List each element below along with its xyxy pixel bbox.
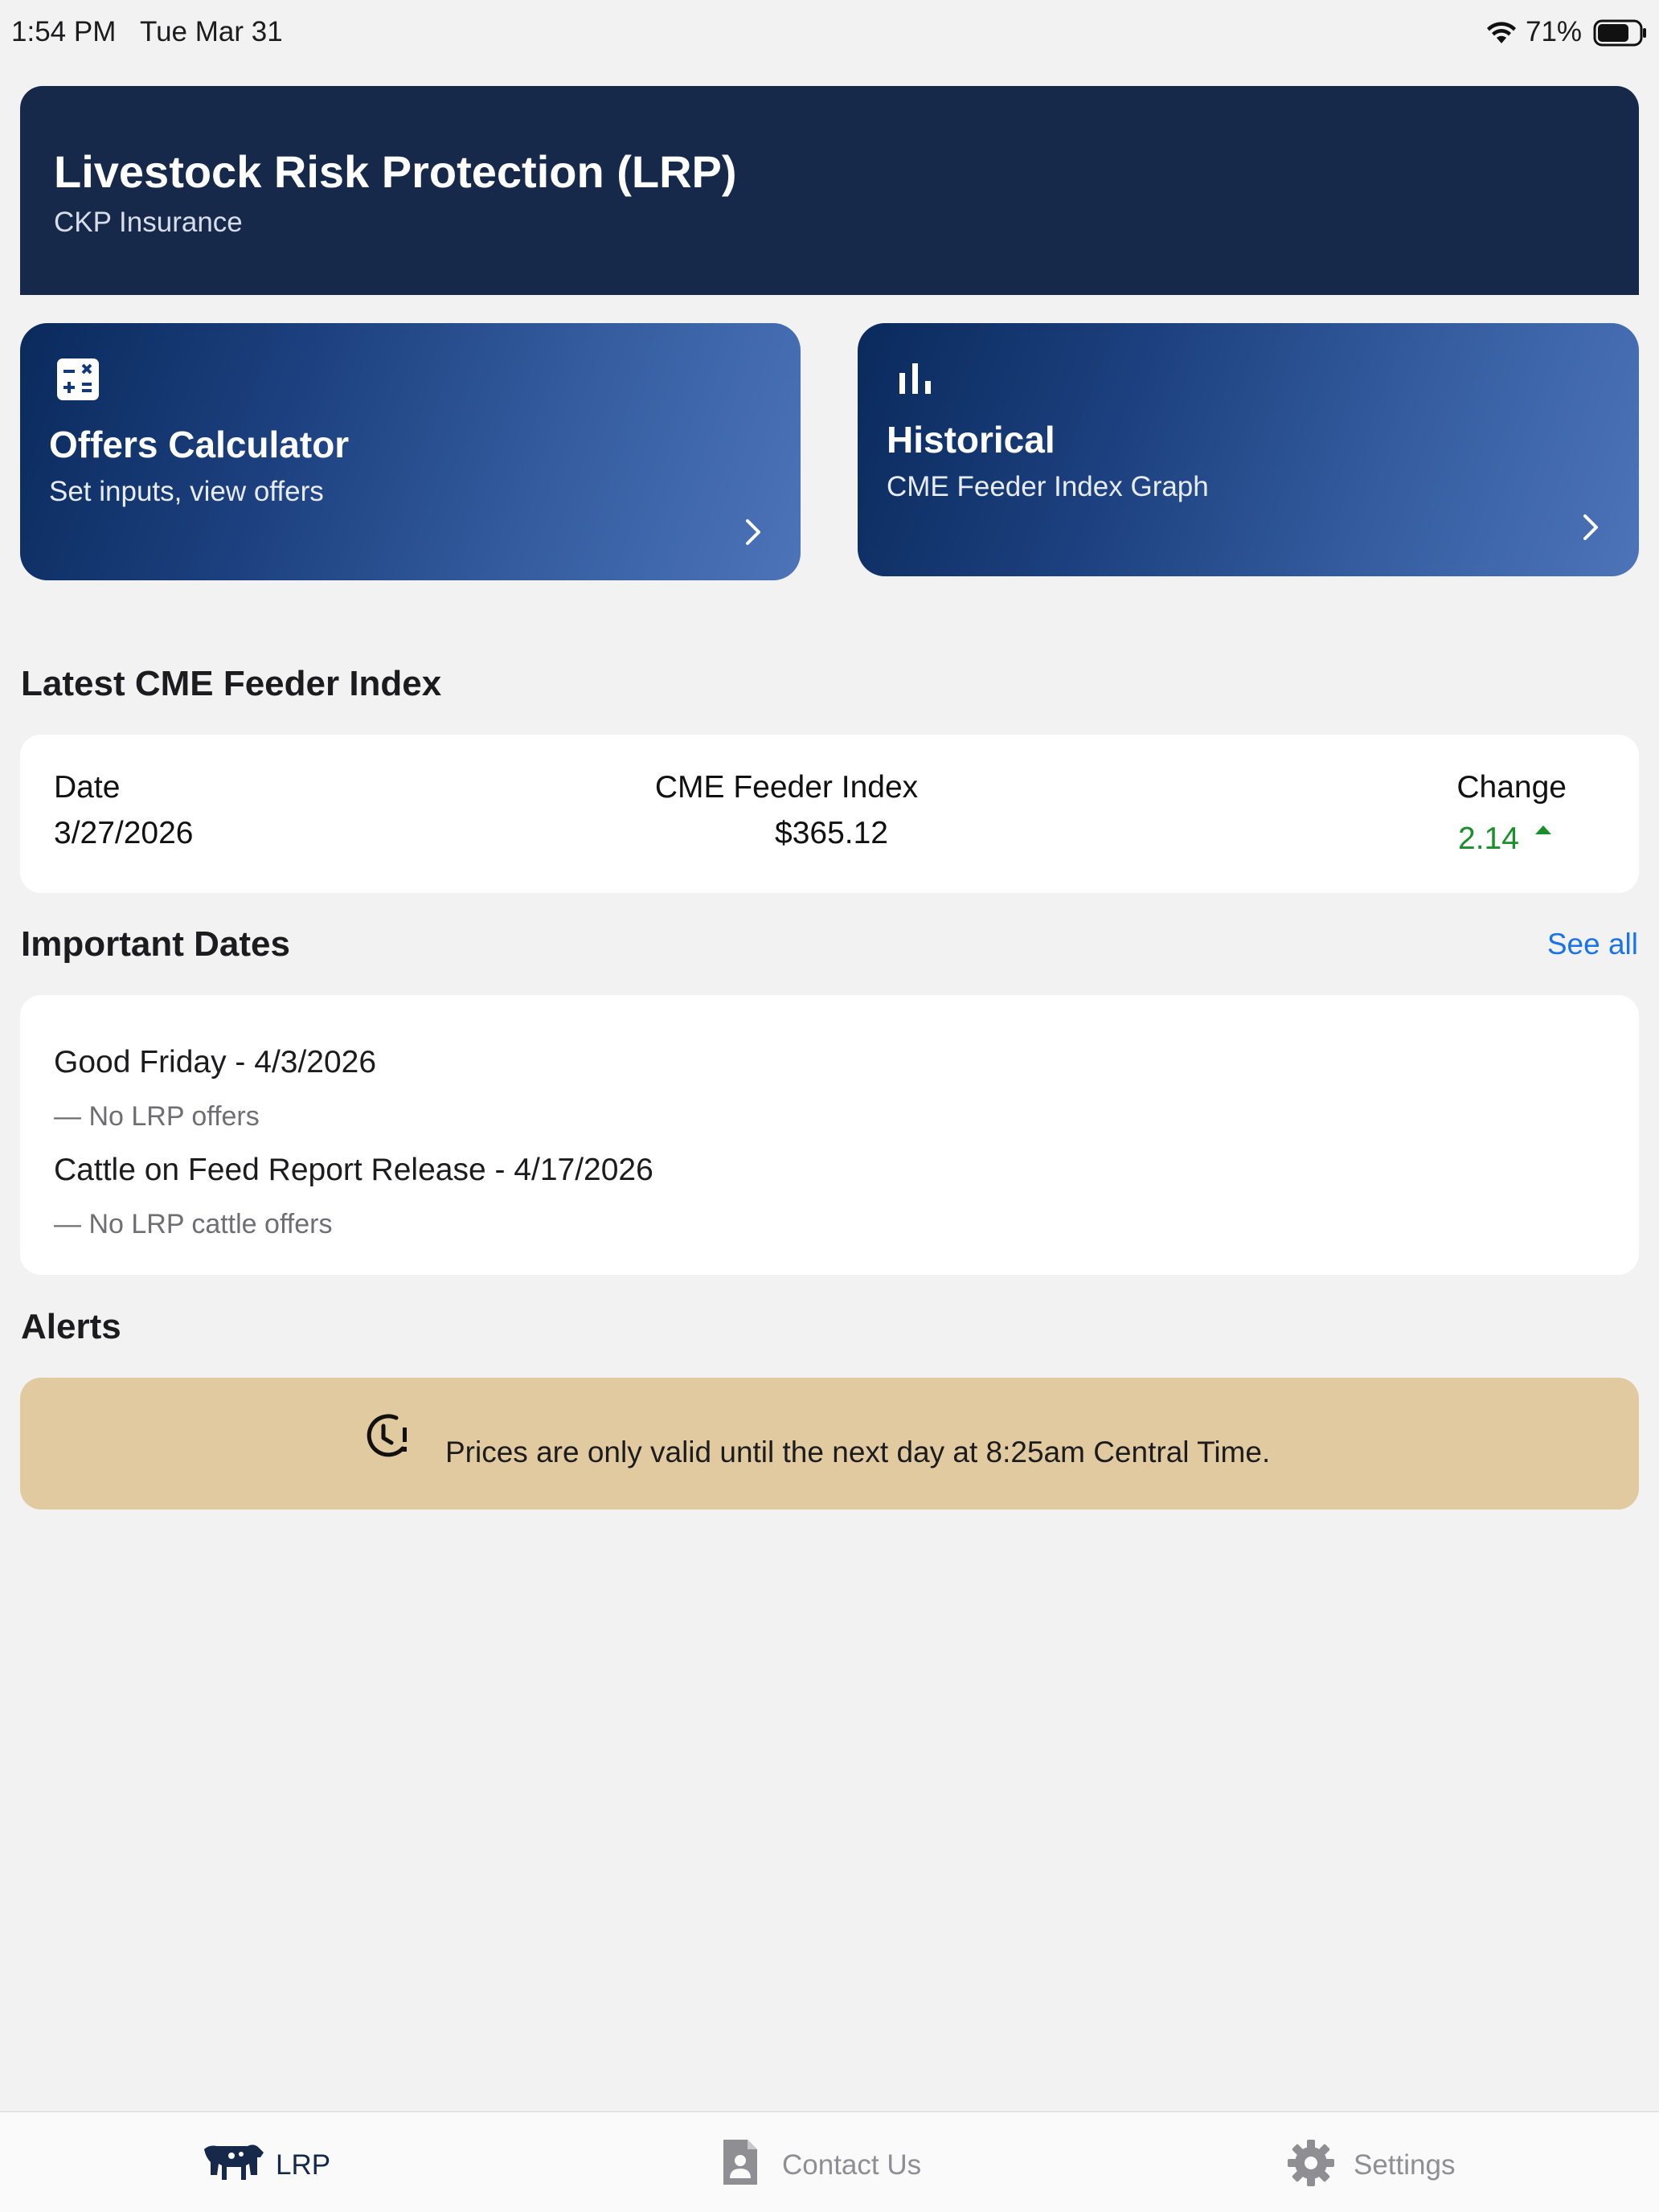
tab-label: Settings bbox=[1354, 2149, 1456, 2181]
cow-icon bbox=[204, 2144, 264, 2180]
important-dates-panel: Good Friday - 4/3/2026 — No LRP offers C… bbox=[20, 995, 1639, 1275]
status-date: Tue Mar 31 bbox=[140, 16, 283, 47]
offers-card-title: Offers Calculator bbox=[49, 424, 350, 465]
contact-icon bbox=[723, 2140, 757, 2185]
alerts-title: Alerts bbox=[21, 1307, 121, 1346]
tab-label: Contact Us bbox=[782, 2149, 922, 2181]
tab-lrp[interactable]: LRP bbox=[201, 2112, 338, 2212]
app-header: Livestock Risk Protection (LRP) CKP Insu… bbox=[20, 86, 1639, 295]
date-item-note: — No LRP cattle offers bbox=[54, 1209, 333, 1239]
app-screen: 1:54 PM Tue Mar 31 71% Livestock Risk Pr… bbox=[0, 0, 1659, 2212]
tab-bar: LRP Contact Us Settings bbox=[0, 2111, 1659, 2212]
status-time: 1:54 PM bbox=[11, 16, 117, 47]
date-item-note: — No LRP offers bbox=[54, 1101, 260, 1132]
battery-icon bbox=[1593, 19, 1646, 47]
page-subtitle: CKP Insurance bbox=[54, 207, 243, 238]
up-arrow-icon bbox=[1535, 825, 1551, 834]
status-bar: 1:54 PM Tue Mar 31 71% bbox=[0, 0, 1659, 68]
see-all-link[interactable]: See all bbox=[1547, 928, 1638, 961]
latest-index-title: Latest CME Feeder Index bbox=[21, 664, 442, 703]
change-value: 2.14 bbox=[1458, 821, 1519, 856]
alert-banner: Prices are only valid until the next day… bbox=[20, 1378, 1639, 1509]
historical-card-title: Historical bbox=[887, 419, 1055, 461]
change-label: Change bbox=[1456, 770, 1567, 805]
index-label: CME Feeder Index bbox=[654, 770, 919, 805]
date-item-title: Good Friday - 4/3/2026 bbox=[54, 1045, 377, 1079]
latest-index-panel: Date 3/27/2026 CME Feeder Index $365.12 … bbox=[20, 735, 1639, 893]
historical-card-subtitle: CME Feeder Index Graph bbox=[887, 471, 1209, 502]
offers-calculator-card[interactable]: Offers Calculator Set inputs, view offer… bbox=[20, 323, 801, 580]
tab-contact-us[interactable]: Contact Us bbox=[720, 2112, 929, 2212]
offers-card-subtitle: Set inputs, view offers bbox=[49, 476, 324, 507]
wifi-icon bbox=[1487, 22, 1516, 43]
tab-label: LRP bbox=[276, 2149, 331, 2181]
chevron-right-icon bbox=[746, 519, 760, 545]
bar-chart-icon bbox=[899, 363, 931, 394]
important-dates-title: Important Dates bbox=[21, 924, 290, 964]
date-item-title: Cattle on Feed Report Release - 4/17/202… bbox=[54, 1153, 653, 1187]
index-value: $365.12 bbox=[775, 816, 888, 850]
historical-card[interactable]: Historical CME Feeder Index Graph bbox=[858, 323, 1639, 576]
chevron-right-icon bbox=[1583, 514, 1598, 540]
tab-settings[interactable]: Settings bbox=[1286, 2112, 1471, 2212]
gear-icon bbox=[1288, 2140, 1334, 2186]
page-title: Livestock Risk Protection (LRP) bbox=[54, 146, 737, 197]
battery-percent: 71% bbox=[1526, 16, 1583, 47]
clock-alert-icon bbox=[367, 1414, 407, 1457]
alert-message: Prices are only valid until the next day… bbox=[445, 1436, 1271, 1469]
calculator-icon bbox=[57, 358, 99, 400]
